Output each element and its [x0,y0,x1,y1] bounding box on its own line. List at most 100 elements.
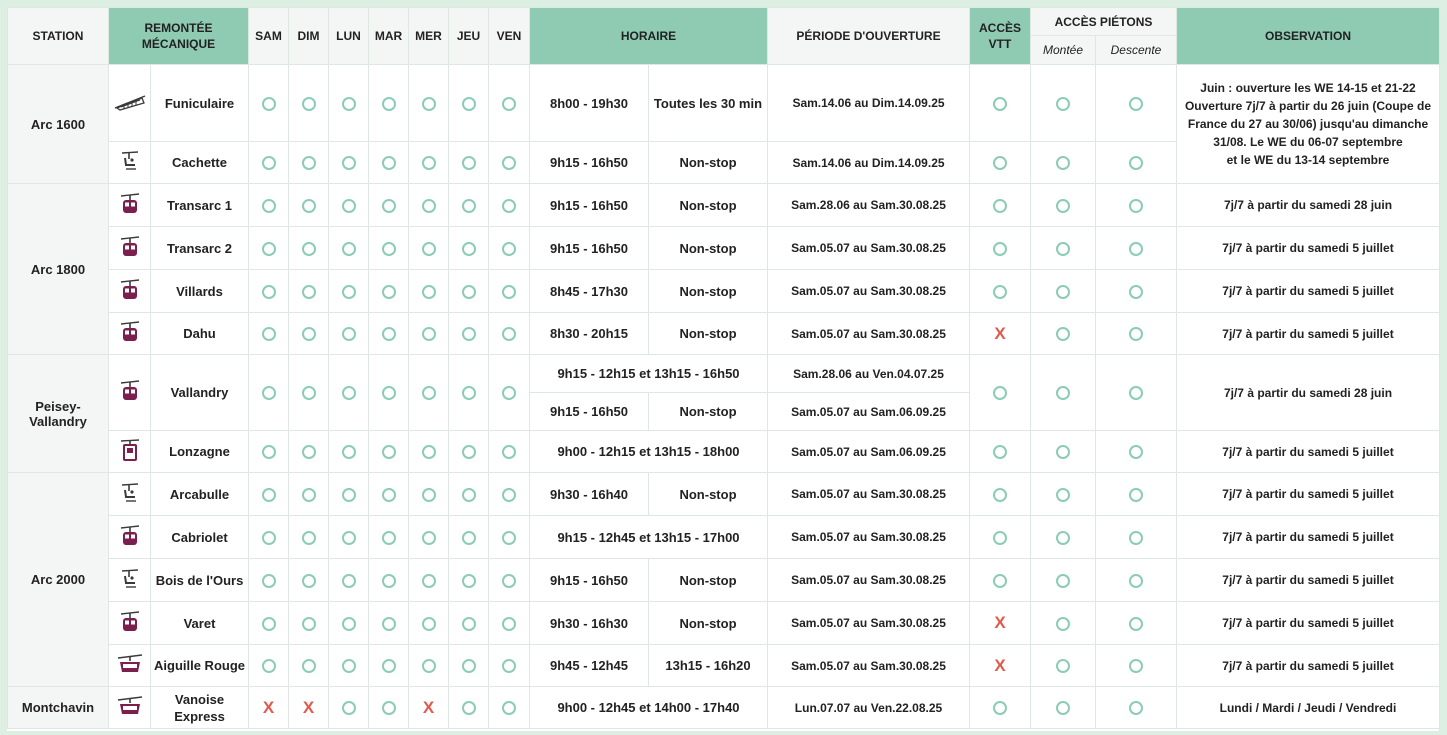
open-circle-icon [993,573,1007,588]
open-circle-icon [1129,445,1143,460]
status-cell [408,312,449,355]
observation-line: Juin : ouverture les WE 14-15 et 21-22 [1200,81,1416,95]
open-circle-icon [421,327,436,342]
open-circle-icon [1129,156,1143,171]
gondola-icon [120,524,140,551]
hours: 8h00 - 19h30 [529,64,649,142]
open-circle-icon [261,96,276,111]
observation-line: et le WE du 13-14 septembre [1226,153,1390,167]
open-circle-icon [461,701,476,716]
status-cell [448,515,489,559]
status-cell: X [969,644,1031,687]
lift-name: Arcabulle [150,472,249,516]
status-cell [1030,686,1096,729]
table-row: Arc 2000 Arcabulle 9h30 - 16h40 Non-stop Sam… [7,472,1440,687]
status-cell [328,312,369,355]
col-pedestrian: ACCÈS PIÉTONS [1030,7,1177,36]
status-cell [1030,472,1096,516]
chairlift-icon [120,568,140,593]
status-cell [488,269,530,313]
gondola-icon [120,192,140,219]
open-circle-icon [261,241,276,256]
status-cell [368,226,409,270]
status-cell [1095,430,1177,473]
frequency: Non-stop [648,312,768,355]
lift-name: Varet [150,601,249,645]
hours: 9h15 - 16h50 [529,226,649,270]
status-cell [1095,141,1177,184]
open-circle-icon [381,156,396,171]
open-circle-icon [261,530,276,545]
opening-period: Sam.05.07 au Sam.06.09.25 [767,392,970,431]
gondola-icon [120,379,140,406]
observation: 7j/7 à partir du samedi 5 juillet [1176,430,1440,473]
status-cell [328,515,369,559]
status-cell [969,354,1031,431]
status-cell [408,601,449,645]
status-cell [1095,686,1177,729]
status-cell [488,141,530,184]
open-circle-icon [301,327,316,342]
status-cell [408,64,449,142]
open-circle-icon [261,327,276,342]
open-circle-icon [461,156,476,171]
opening-period: Sam.05.07 au Sam.30.08.25 [767,644,970,687]
open-circle-icon [261,659,276,674]
lift-type-cell [108,686,151,729]
status-cell [1030,226,1096,270]
observation: 7j/7 à partir du samedi 5 juillet [1176,269,1440,313]
open-circle-icon [1056,327,1070,342]
open-circle-icon [341,487,356,502]
open-circle-icon [1056,530,1070,545]
status-cell [328,64,369,142]
status-cell [448,558,489,602]
hours: 8h30 - 20h15 [529,312,649,355]
open-circle-icon [993,156,1007,171]
open-circle-icon [461,659,476,674]
observation: 7j/7 à partir du samedi 5 juillet [1176,601,1440,645]
observation: 7j/7 à partir du samedi 5 juillet [1176,558,1440,602]
status-cell [408,354,449,431]
table-row: Bois de l'Ours 9h15 - 16h50 Non-stop Sam.05… [8,558,1440,602]
lift-type-cell [108,515,151,559]
status-cell [1030,312,1096,355]
status-cell [368,183,409,227]
opening-period: Sam.05.07 au Sam.30.08.25 [767,515,970,559]
lift-name: Aiguille Rouge [150,644,249,687]
status-cell [448,644,489,687]
status-cell [288,430,329,473]
status-cell [448,472,489,516]
status-cell [248,269,289,313]
open-circle-icon [261,573,276,588]
status-cell [1030,515,1096,559]
open-circle-icon [1056,96,1070,111]
closed-mark: X [302,698,315,718]
lift-type-cell [108,472,151,516]
status-cell [328,354,369,431]
status-cell [288,601,329,645]
open-circle-icon [341,616,356,631]
open-circle-icon [1056,573,1070,588]
col-day: SAM [248,7,289,65]
lift-name: Funiculaire [150,64,249,142]
open-circle-icon [502,445,516,460]
status-cell [448,183,489,227]
chairlift-icon [120,482,140,507]
hours: 9h45 - 12h45 [529,644,649,687]
open-circle-icon [421,198,436,213]
lift-type-cell [108,558,151,602]
open-circle-icon [301,284,316,299]
open-circle-icon [261,386,276,401]
status-cell: X [408,686,449,729]
open-circle-icon [502,198,516,213]
status-cell [488,64,530,142]
open-circle-icon [381,327,396,342]
status-cell [969,430,1031,473]
open-circle-icon [993,96,1007,111]
closed-mark: X [262,698,275,718]
table-row: Arc 1800 Transarc 1 9h15 - 16h50 Non-stop Sa… [7,183,1440,355]
status-cell [288,312,329,355]
open-circle-icon [461,487,476,502]
status-cell [969,686,1031,729]
lift-name: Cabriolet [150,515,249,559]
